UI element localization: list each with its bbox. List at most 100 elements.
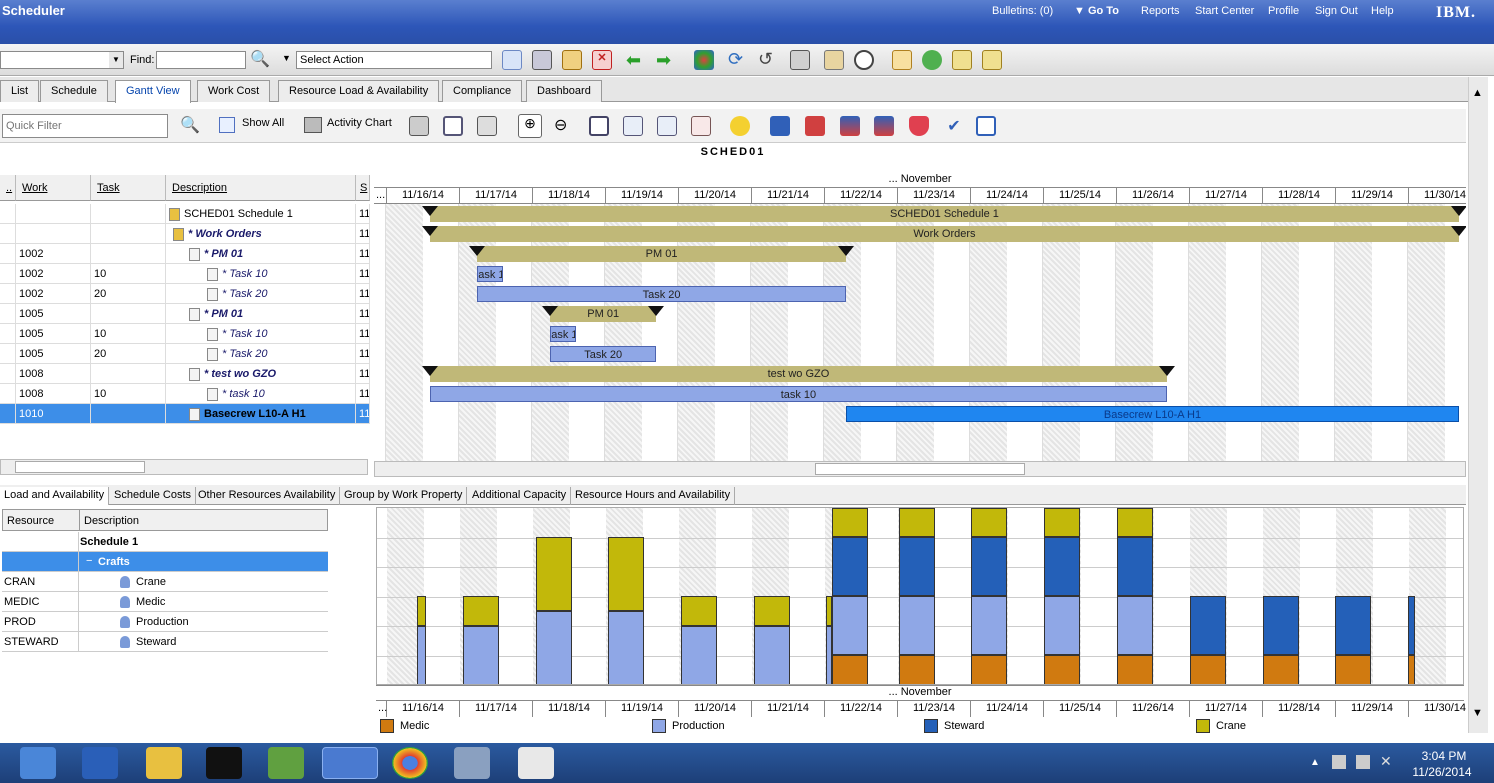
window-icon[interactable] [790, 50, 810, 70]
export-icon[interactable] [477, 116, 497, 136]
camera-icon[interactable] [824, 50, 844, 70]
collapse-icon[interactable]: − [86, 555, 92, 567]
resource-row[interactable]: CRAN Crane [2, 572, 328, 592]
tab-additional-capacity[interactable]: Additional Capacity [468, 487, 572, 505]
tab-work-cost[interactable]: Work Cost [197, 80, 271, 102]
route-icon[interactable] [892, 50, 912, 70]
resource-row[interactable]: Schedule 1 [2, 532, 328, 552]
delete-icon[interactable]: ✕ [592, 50, 612, 70]
gantt-bar[interactable]: PM 01 [477, 246, 846, 262]
check-icon[interactable]: ✔ [944, 116, 964, 136]
action-center-icon[interactable] [1356, 755, 1370, 769]
save-icon[interactable] [532, 50, 552, 70]
tab-load-availability[interactable]: Load and Availability [0, 487, 110, 505]
gantt-hscroll-thumb[interactable] [815, 463, 1025, 475]
bulletins-link[interactable]: Bulletins: (0) [992, 5, 1053, 17]
layout-icon[interactable] [443, 116, 463, 136]
grid-row[interactable]: 1008 * test wo GZO 11 [0, 364, 370, 384]
calendar-week-icon[interactable] [657, 116, 677, 136]
gantt-bar[interactable]: test wo GZO [429, 366, 1168, 382]
upload-icon[interactable] [922, 50, 942, 70]
help-link[interactable]: Help [1371, 5, 1394, 17]
scroll-down-icon[interactable]: ▼ [1472, 707, 1483, 719]
network-icon[interactable] [1332, 755, 1346, 769]
clock-time[interactable]: 3:04 PM [1416, 749, 1472, 763]
filter-search-icon[interactable]: 🔍 [180, 115, 200, 135]
grid-row[interactable]: 1002 10 * Task 10 11 [0, 264, 370, 284]
schedule-icon[interactable] [840, 116, 860, 136]
remove-dependency-icon[interactable] [805, 116, 825, 136]
dependency-icon[interactable] [770, 116, 790, 136]
notepad-icon[interactable] [268, 747, 304, 779]
clock-date[interactable]: 11/26/2014 [1406, 765, 1478, 779]
gantt-bar[interactable]: Basecrew L10-A H1 [845, 406, 1460, 422]
grid-row[interactable]: 1010 Basecrew L10-A H1 11 [0, 404, 370, 424]
tab-gantt-view[interactable]: Gantt View [115, 80, 191, 103]
tab-list[interactable]: List [0, 80, 40, 102]
quick-filter-input[interactable] [2, 114, 168, 138]
reports-link[interactable]: Reports [1141, 5, 1180, 17]
tab-other-resources[interactable]: Other Resources Availability [194, 487, 341, 505]
print-icon[interactable] [409, 116, 429, 136]
tab-resource-hours[interactable]: Resource Hours and Availability [571, 487, 736, 505]
profile-link[interactable]: Profile [1268, 5, 1299, 17]
col-resource[interactable]: Resource [7, 515, 54, 527]
gantt-bar[interactable]: Task 20 [477, 286, 846, 302]
level-icon[interactable] [874, 116, 894, 136]
new-record-icon[interactable] [502, 50, 522, 70]
volume-icon[interactable]: ✕ [1380, 753, 1392, 770]
grid-row[interactable]: 1002 20 * Task 20 11 [0, 284, 370, 304]
arrow-right-icon[interactable]: ➡ [656, 50, 671, 71]
resource-row[interactable]: STEWARD Steward [2, 632, 328, 652]
gantt-hscroll[interactable] [374, 461, 1466, 477]
powershell-icon[interactable] [82, 747, 118, 779]
fit-icon[interactable] [589, 116, 609, 136]
scroll-up-icon[interactable]: ▲ [1472, 87, 1483, 99]
gantt-bar[interactable]: ask 1 [477, 266, 503, 282]
server-manager-icon[interactable] [20, 747, 56, 779]
show-all-button[interactable]: Show All [242, 117, 284, 129]
grid-row[interactable]: * Work Orders 11 [0, 224, 370, 244]
col-work[interactable]: Work [16, 175, 91, 201]
grid-row[interactable]: SCHED01 Schedule 1 11 [0, 204, 370, 224]
activity-chart-button[interactable]: Activity Chart [327, 117, 392, 129]
expand-icon[interactable] [976, 116, 996, 136]
chrome-icon[interactable] [392, 747, 428, 779]
resource-monitor-icon[interactable] [454, 747, 490, 779]
gantt-bar[interactable]: Task 20 [550, 346, 657, 362]
file-explorer-icon[interactable] [146, 747, 182, 779]
edit-icon[interactable] [562, 50, 582, 70]
record-select[interactable] [0, 51, 124, 69]
sign-out-link[interactable]: Sign Out [1315, 5, 1358, 17]
col-res-description[interactable]: Description [79, 510, 143, 530]
heart-icon[interactable] [909, 116, 929, 136]
internet-explorer-icon[interactable] [322, 747, 378, 779]
grid-hscroll[interactable] [0, 459, 368, 475]
copy-item-icon[interactable] [982, 50, 1002, 70]
go-to-link[interactable]: ▼ Go To [1074, 5, 1119, 17]
chevron-down-icon[interactable]: ▼ [282, 53, 291, 63]
grid-row[interactable]: 1008 10 * task 10 11 [0, 384, 370, 404]
arrow-left-icon[interactable]: ⬅ [626, 50, 641, 71]
calendar-month-icon[interactable] [691, 116, 711, 136]
gantt-bar[interactable]: SCHED01 Schedule 1 [429, 206, 1460, 222]
tab-schedule-costs[interactable]: Schedule Costs [110, 487, 197, 505]
java-icon[interactable] [518, 747, 554, 779]
tab-dashboard[interactable]: Dashboard [526, 80, 602, 102]
zoom-in-icon[interactable]: ⊕ [518, 114, 542, 138]
grid-row[interactable]: 1005 10 * Task 10 11 [0, 324, 370, 344]
chevron-down-icon[interactable]: ▼ [109, 52, 123, 68]
cmd-icon[interactable] [206, 747, 242, 779]
find-input[interactable] [156, 51, 246, 69]
gantt-bar[interactable]: task 10 [429, 386, 1168, 402]
resource-row[interactable]: − Crafts [2, 552, 328, 572]
gantt-bar[interactable]: ask 1 [550, 326, 576, 342]
tab-schedule[interactable]: Schedule [40, 80, 108, 102]
col-description[interactable]: Description [166, 175, 356, 201]
resource-row[interactable]: MEDIC Medic [2, 592, 328, 612]
workflow-icon[interactable] [694, 50, 714, 70]
select-action-dropdown[interactable]: Select Action [296, 51, 492, 69]
grid-row[interactable]: 1005 * PM 01 11 [0, 304, 370, 324]
tab-compliance[interactable]: Compliance [442, 80, 523, 102]
resource-row[interactable]: PROD Production [2, 612, 328, 632]
